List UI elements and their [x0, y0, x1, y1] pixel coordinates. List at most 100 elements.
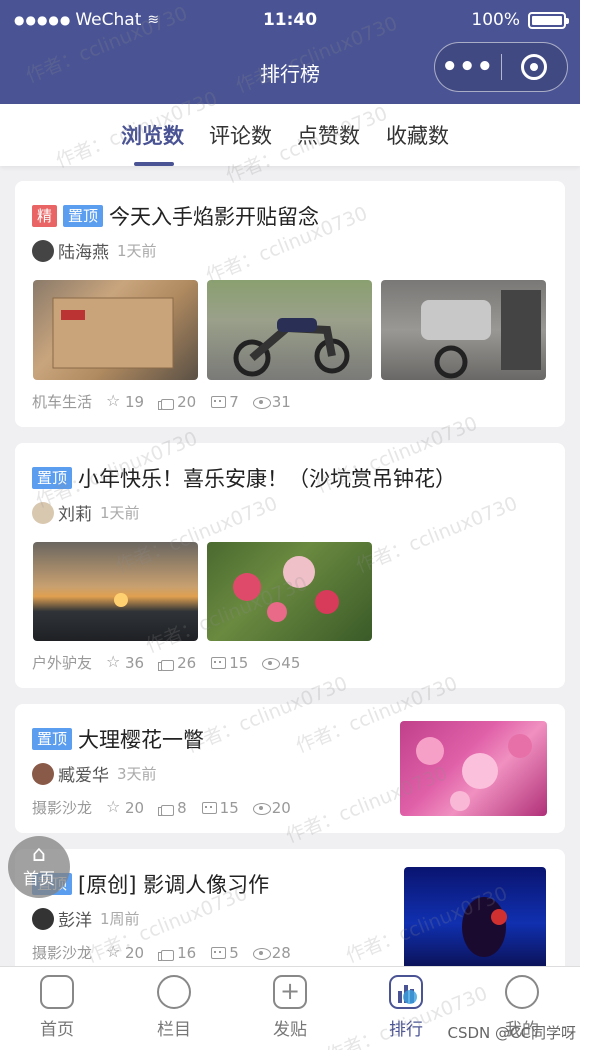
comment-icon	[210, 945, 227, 961]
post-author-row: 臧爱华 3天前	[32, 761, 157, 786]
post-time: 1天前	[100, 504, 140, 522]
post-category[interactable]: 摄影沙龙	[32, 942, 92, 963]
sort-tabs: 浏览数 评论数 点赞数 收藏数	[0, 104, 580, 166]
view-count: 20	[252, 799, 291, 817]
post-title[interactable]: 小年快乐！喜乐安康！（沙坑赏吊钟花）	[78, 463, 456, 493]
eye-icon	[262, 655, 281, 671]
post-card[interactable]: 置顶 [原创] 影调人像习作 彭洋 1周前 摄影沙龙 20 16 5 28	[15, 849, 565, 979]
active-tab-indicator	[134, 162, 174, 166]
eye-icon	[252, 394, 271, 410]
tabbar-label: 排行	[389, 1020, 423, 1040]
post-image[interactable]	[400, 721, 547, 816]
csdn-credit: CSDN @CC同学呀	[447, 1024, 576, 1042]
comment-count: 15	[210, 654, 248, 672]
thumbs-up-icon	[158, 655, 175, 671]
battery-info: 100%	[471, 10, 569, 30]
post-title-row: 精 置顶 今天入手焰影开贴留念	[32, 201, 319, 231]
post-title[interactable]: [原创] 影调人像习作	[78, 869, 269, 899]
tabbar-item-home[interactable]: 首页	[17, 975, 97, 1040]
comment-count: 5	[210, 944, 239, 962]
portrait-image	[462, 897, 507, 957]
post-card[interactable]: 置顶 大理樱花一瞥 臧爱华 3天前 摄影沙龙 20 8 15 20	[15, 704, 565, 833]
post-image[interactable]	[33, 542, 198, 641]
pinned-badge: 置顶	[32, 728, 73, 750]
favorite-count: 20	[106, 942, 144, 962]
tab-favorites[interactable]: 收藏数	[386, 120, 449, 150]
battery-percent: 100%	[471, 10, 520, 30]
tabbar-label: 首页	[40, 1020, 74, 1040]
post-time: 1天前	[117, 242, 157, 260]
post-category[interactable]: 机车生活	[32, 391, 92, 412]
author-name[interactable]: 刘莉	[58, 500, 92, 525]
comment-count: 15	[201, 799, 239, 817]
chat-icon	[157, 975, 191, 1009]
post-title-row: 置顶 大理樱花一瞥	[32, 724, 204, 754]
tabbar-label: 发贴	[273, 1020, 307, 1040]
post-image[interactable]	[381, 280, 546, 380]
post-title[interactable]: 大理樱花一瞥	[78, 724, 204, 754]
comment-count: 7	[210, 393, 239, 411]
view-count: 31	[252, 393, 291, 411]
star-icon	[106, 942, 122, 961]
thumbs-up-icon	[158, 945, 175, 961]
post-category[interactable]: 摄影沙龙	[32, 797, 92, 818]
post-author-row: 陆海燕 1天前	[32, 238, 157, 263]
post-title-row: 置顶 小年快乐！喜乐安康！（沙坑赏吊钟花）	[32, 463, 456, 493]
favorite-count: 20	[106, 797, 144, 817]
post-card[interactable]: 精 置顶 今天入手焰影开贴留念 陆海燕 1天前 机车生活 19 20 7 31	[15, 181, 565, 427]
more-menu-button[interactable]: •••	[435, 54, 501, 80]
thumbs-up-icon	[158, 394, 175, 410]
post-image[interactable]	[207, 280, 372, 380]
star-icon	[106, 652, 122, 671]
like-count: 16	[158, 944, 196, 962]
author-name[interactable]: 彭洋	[58, 906, 92, 931]
comment-icon	[210, 394, 227, 410]
post-time: 1周前	[100, 910, 140, 928]
tabbar-item-post[interactable]: + 发贴	[250, 975, 330, 1040]
floating-home-button[interactable]: ⌂ 首页	[8, 836, 70, 898]
phone-screen: ●●●●● WeChat ≋ 11:40 100% 排行榜 ••• 浏览数 评论…	[0, 0, 580, 1050]
post-title[interactable]: 今天入手焰影开贴留念	[109, 201, 319, 231]
tab-comments[interactable]: 评论数	[209, 120, 272, 150]
avatar[interactable]	[32, 762, 54, 785]
tabbar-label: 栏目	[157, 1020, 191, 1040]
avatar[interactable]	[32, 907, 54, 930]
thumbs-up-icon	[158, 800, 175, 816]
post-category[interactable]: 户外驴友	[32, 652, 92, 673]
post-author-row: 彭洋 1周前	[32, 906, 140, 931]
favorite-count: 19	[106, 391, 144, 411]
comment-icon	[210, 655, 227, 671]
tab-likes[interactable]: 点赞数	[297, 120, 360, 150]
tab-views[interactable]: 浏览数	[121, 120, 184, 150]
tabbar-item-columns[interactable]: 栏目	[134, 975, 214, 1040]
close-miniprogram-button[interactable]	[502, 54, 568, 80]
view-count: 45	[262, 654, 300, 672]
status-bar: ●●●●● WeChat ≋ 11:40 100%	[0, 6, 580, 36]
cherry-blossom-image	[416, 734, 532, 811]
post-image[interactable]	[207, 542, 372, 641]
add-post-icon: +	[273, 975, 307, 1009]
home-icon	[40, 975, 74, 1009]
post-image[interactable]	[33, 280, 198, 380]
home-icon: ⌂	[32, 842, 46, 867]
flower-image	[233, 556, 339, 622]
post-author-row: 刘莉 1天前	[32, 500, 140, 525]
battery-icon	[528, 11, 569, 29]
post-time: 3天前	[117, 765, 157, 783]
post-stats: 摄影沙龙 20 16 5 28	[32, 942, 305, 963]
avatar[interactable]	[32, 239, 54, 262]
author-name[interactable]: 陆海燕	[58, 238, 109, 263]
user-icon	[505, 975, 539, 1009]
view-count: 28	[252, 944, 291, 962]
motorcycle-box-image	[52, 297, 174, 369]
like-count: 20	[158, 393, 196, 411]
avatar[interactable]	[32, 501, 54, 524]
post-image[interactable]	[404, 867, 546, 979]
like-count: 26	[158, 654, 196, 672]
author-name[interactable]: 臧爱华	[58, 761, 109, 786]
eye-icon	[252, 800, 271, 816]
post-card[interactable]: 置顶 小年快乐！喜乐安康！（沙坑赏吊钟花） 刘莉 1天前 户外驴友 36 26 …	[15, 443, 565, 688]
tabbar-item-ranking[interactable]: 排行	[366, 975, 446, 1040]
featured-badge: 精	[32, 205, 58, 227]
sunset-image	[114, 593, 128, 607]
